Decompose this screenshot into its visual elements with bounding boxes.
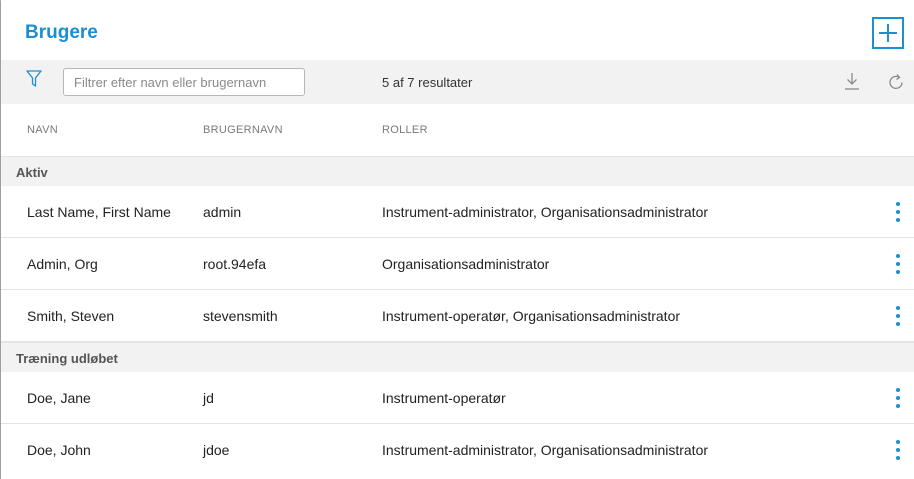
toolbar: 5 af 7 resultater — [1, 60, 914, 104]
cell-name: Admin, Org — [27, 256, 98, 272]
column-header-name[interactable]: NAVN — [27, 124, 58, 136]
table-row[interactable]: Smith, Steven stevensmith Instrument-ope… — [1, 290, 914, 342]
cell-name: Doe, Jane — [27, 390, 91, 406]
cell-roles: Instrument-administrator, Organisationsa… — [382, 442, 709, 458]
cell-username: jdoe — [203, 442, 230, 458]
table-row[interactable]: Doe, Jane jd Instrument-operatør — [1, 372, 914, 424]
refresh-icon[interactable] — [887, 72, 905, 92]
cell-roles: Instrument-administrator, Organisationsa… — [382, 204, 709, 220]
row-menu-icon[interactable] — [891, 386, 905, 410]
add-user-button[interactable] — [872, 17, 904, 49]
plus-icon — [879, 24, 897, 42]
page-title: Brugere — [25, 22, 98, 43]
funnel-icon[interactable] — [26, 70, 42, 88]
cell-roles: Instrument-operatør, Organisationsadmini… — [382, 308, 681, 324]
column-header-roles[interactable]: ROLLER — [382, 124, 428, 136]
download-icon[interactable] — [843, 72, 861, 92]
cell-username: root.94efa — [203, 256, 267, 272]
table-header: NAVN BRUGERNAVN ROLLER — [1, 104, 914, 156]
cell-name: Smith, Steven — [27, 308, 115, 324]
results-count: 5 af 7 resultater — [382, 75, 473, 90]
group-header-training-expired: Træning udløbet — [1, 342, 914, 372]
group-label: Træning udløbet — [16, 351, 118, 366]
cell-roles: Instrument-operatør — [382, 390, 506, 406]
row-menu-icon[interactable] — [891, 438, 905, 462]
column-header-username[interactable]: BRUGERNAVN — [203, 124, 283, 136]
cell-name: Last Name, First Name — [27, 204, 171, 220]
search-input[interactable] — [63, 68, 305, 96]
cell-username: jd — [203, 390, 214, 406]
cell-name: Doe, John — [27, 442, 91, 458]
row-menu-icon[interactable] — [891, 252, 905, 276]
row-menu-icon[interactable] — [891, 304, 905, 328]
group-header-active: Aktiv — [1, 156, 914, 186]
group-label: Aktiv — [16, 165, 48, 180]
table-row[interactable]: Doe, John jdoe Instrument-administrator,… — [1, 424, 914, 479]
cell-username: admin — [203, 204, 242, 220]
table-row[interactable]: Admin, Org root.94efa Organisationsadmin… — [1, 238, 914, 290]
cell-username: stevensmith — [203, 308, 278, 324]
header: Brugere — [1, 0, 914, 60]
cell-roles: Organisationsadministrator — [382, 256, 550, 272]
table-row[interactable]: Last Name, First Name admin Instrument-a… — [1, 186, 914, 238]
row-menu-icon[interactable] — [891, 200, 905, 224]
